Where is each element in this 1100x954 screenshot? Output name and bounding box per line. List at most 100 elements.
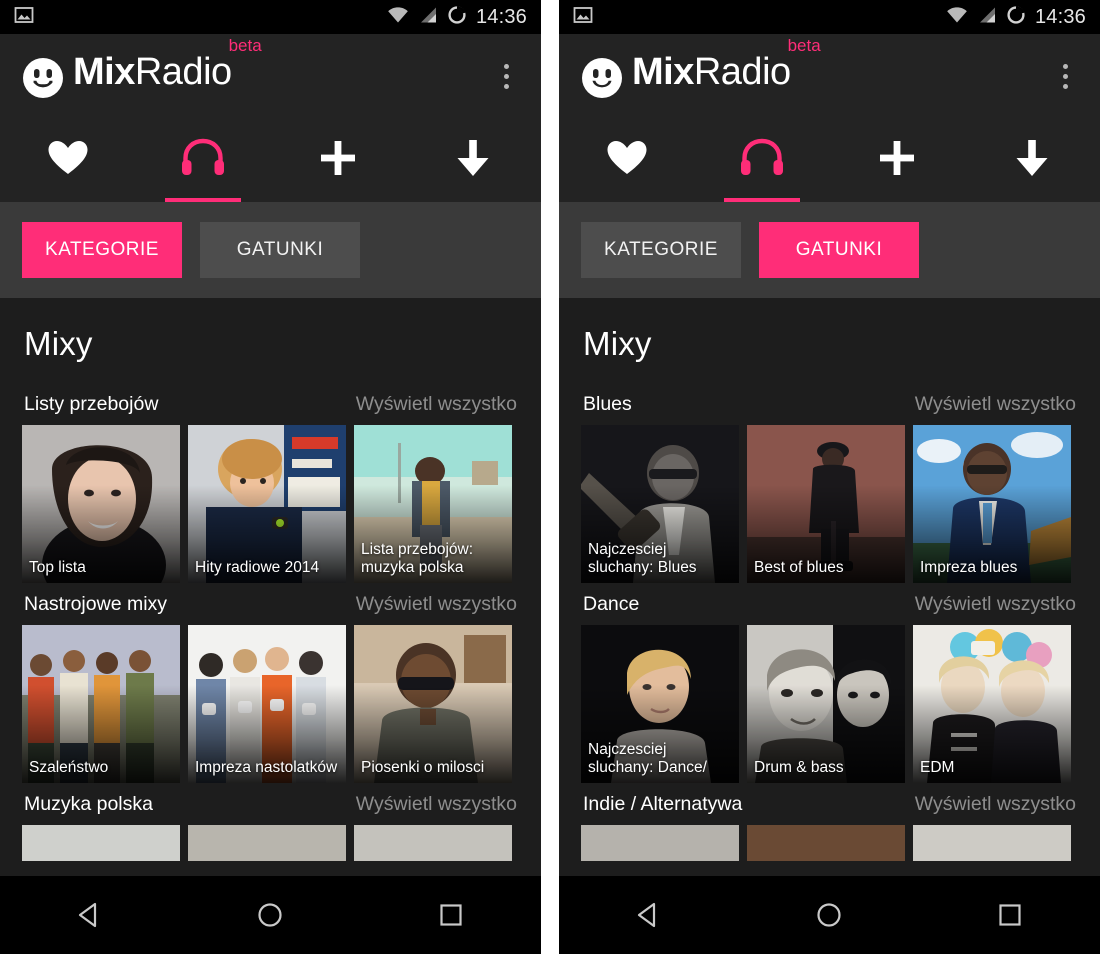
tile-label: Szaleństwo xyxy=(29,759,109,777)
mix-tile[interactable]: Drum & bass xyxy=(747,625,905,783)
mix-tile[interactable]: Najczesciej sluchany: Blues xyxy=(581,425,739,583)
section-title: Muzyka polska xyxy=(24,793,153,815)
recents-square-icon xyxy=(999,904,1021,926)
see-all-link[interactable]: Wyświetl wszystko xyxy=(915,393,1076,416)
status-bar-clock: 14:36 xyxy=(1034,5,1086,28)
segment-kategorie[interactable]: KATEGORIE xyxy=(581,222,741,278)
app-title-bold: Mix xyxy=(632,51,694,93)
overflow-menu-icon[interactable] xyxy=(494,56,519,97)
tile-label: Lista przebojów: muzyka polska xyxy=(361,541,474,577)
mixradio-smiley-icon xyxy=(581,57,623,99)
mix-tile[interactable]: Best of blues xyxy=(747,425,905,583)
tab-downloads[interactable] xyxy=(965,118,1100,202)
nav-recents-button[interactable] xyxy=(980,900,1040,930)
see-all-link[interactable]: Wyświetl wszystko xyxy=(356,793,517,816)
app-title-light: Radio xyxy=(134,51,232,93)
panel-divider xyxy=(541,0,559,954)
section-header: Nastrojowe mixy Wyświetl wszystko xyxy=(22,593,519,625)
see-all-link[interactable]: Wyświetl wszystko xyxy=(356,393,517,416)
segment-kategorie[interactable]: KATEGORIE xyxy=(22,222,182,278)
download-arrow-icon xyxy=(454,138,492,183)
image-icon xyxy=(573,5,593,30)
mix-tile[interactable] xyxy=(581,825,739,861)
mix-tile[interactable]: Impreza blues xyxy=(913,425,1071,583)
section-header: Indie / Alternatywa Wyświetl wszystko xyxy=(581,793,1078,825)
mix-tile[interactable]: Piosenki o milosci xyxy=(354,625,512,783)
see-all-link[interactable]: Wyświetl wszystko xyxy=(915,593,1076,616)
mix-tile[interactable] xyxy=(22,825,180,861)
page-title: Mixy xyxy=(583,325,652,362)
beta-badge: beta xyxy=(787,36,821,55)
tile-label: Najczesciej sluchany: Blues xyxy=(588,541,697,577)
tab-downloads[interactable] xyxy=(406,118,541,202)
segment-gatunki[interactable]: GATUNKI xyxy=(200,222,360,278)
mix-tile[interactable] xyxy=(188,825,346,861)
mix-tile[interactable]: Top lista xyxy=(22,425,180,583)
battery-icon xyxy=(1006,5,1026,30)
tile-artwork xyxy=(22,825,180,861)
mix-tile[interactable]: Szaleństwo xyxy=(22,625,180,783)
tile-row-clipped xyxy=(22,825,519,861)
tab-favourites[interactable] xyxy=(559,118,694,202)
tab-bar xyxy=(0,118,541,202)
mix-tile[interactable]: Impreza nastolatków xyxy=(188,625,346,783)
image-icon xyxy=(14,5,34,30)
android-nav-bar xyxy=(0,876,541,954)
mix-tile[interactable]: Lista przebojów: muzyka polska xyxy=(354,425,512,583)
nav-back-button[interactable] xyxy=(619,900,679,930)
content-area[interactable]: Mixy Blues Wyświetl wszystko Najczesciej… xyxy=(559,298,1100,876)
section-title: Nastrojowe mixy xyxy=(24,593,168,615)
see-all-link[interactable]: Wyświetl wszystko xyxy=(915,793,1076,816)
section-title: Indie / Alternatywa xyxy=(583,793,743,815)
segmented-control: KATEGORIE GATUNKI xyxy=(0,202,541,298)
app-title: Mix Radio beta xyxy=(73,37,262,93)
tile-artwork xyxy=(747,825,905,861)
phone-screenshot-left: 14:36 Mix Radio beta KATEGORIE GATUNKI M… xyxy=(0,0,541,954)
tab-mixes[interactable] xyxy=(135,118,270,202)
back-triangle-icon xyxy=(79,902,97,928)
tile-label: Impreza blues xyxy=(920,559,1018,577)
mix-tile[interactable] xyxy=(354,825,512,861)
mix-tile[interactable] xyxy=(913,825,1071,861)
home-circle-icon xyxy=(258,903,283,927)
section-header: Listy przebojów Wyświetl wszystko xyxy=(22,393,519,425)
tab-create[interactable] xyxy=(271,118,406,202)
mix-tile[interactable]: EDM xyxy=(913,625,1071,783)
status-bar-system-icons: 14:36 xyxy=(946,5,1086,30)
nav-back-button[interactable] xyxy=(60,900,120,930)
section-dance: Dance Wyświetl wszystko Najczesciej sluc… xyxy=(581,593,1078,783)
tile-row: Top lista Hity radiowe 2014 Lista przebo… xyxy=(22,425,519,583)
segment-gatunki[interactable]: GATUNKI xyxy=(759,222,919,278)
tab-create[interactable] xyxy=(830,118,965,202)
tab-bar xyxy=(559,118,1100,202)
see-all-link[interactable]: Wyświetl wszystko xyxy=(356,593,517,616)
overflow-menu-icon[interactable] xyxy=(1053,56,1078,97)
tab-favourites[interactable] xyxy=(0,118,135,202)
mix-tile[interactable] xyxy=(747,825,905,861)
tile-label: EDM xyxy=(920,759,955,777)
mix-tile[interactable]: Najczesciej sluchany: Dance/ xyxy=(581,625,739,783)
status-bar: 14:36 xyxy=(559,0,1100,34)
mixradio-smiley-icon xyxy=(22,57,64,99)
tile-label: Best of blues xyxy=(754,559,844,577)
segmented-control: KATEGORIE GATUNKI xyxy=(559,202,1100,298)
mix-tile[interactable]: Hity radiowe 2014 xyxy=(188,425,346,583)
app-title-light: Radio xyxy=(693,51,791,93)
tile-label: Hity radiowe 2014 xyxy=(195,559,320,577)
wifi-icon xyxy=(946,6,968,29)
section-listy-przebojow: Listy przebojów Wyświetl wszystko Top li… xyxy=(22,393,519,583)
tile-artwork xyxy=(188,825,346,861)
app-bar: Mix Radio beta xyxy=(0,34,541,118)
section-indie-alternatywa: Indie / Alternatywa Wyświetl wszystko xyxy=(581,793,1078,861)
tab-indicator-active xyxy=(724,198,800,202)
battery-icon xyxy=(447,5,467,30)
app-logo: Mix Radio beta xyxy=(581,37,821,99)
nav-recents-button[interactable] xyxy=(421,900,481,930)
plus-icon xyxy=(877,138,917,183)
nav-home-button[interactable] xyxy=(799,900,859,930)
tile-label: Drum & bass xyxy=(754,759,844,777)
section-header: Blues Wyświetl wszystko xyxy=(581,393,1078,425)
tab-mixes[interactable] xyxy=(694,118,829,202)
nav-home-button[interactable] xyxy=(240,900,300,930)
content-area[interactable]: Mixy Listy przebojów Wyświetl wszystko T… xyxy=(0,298,541,876)
